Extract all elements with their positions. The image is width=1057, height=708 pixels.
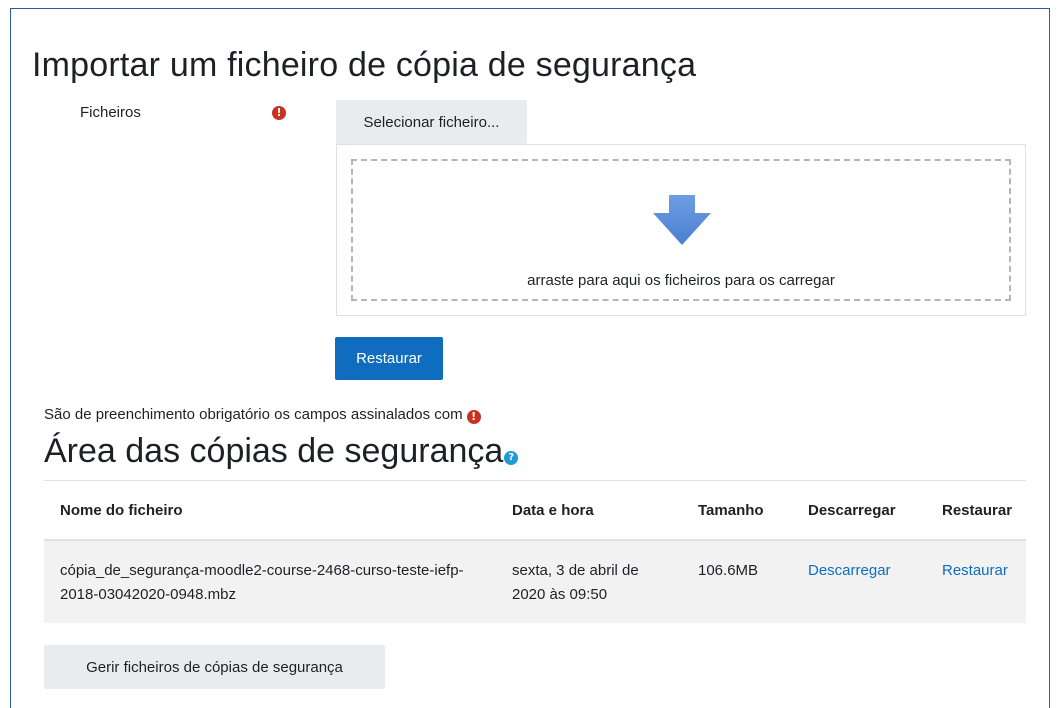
cell-filename: cópia_de_segurança-moodle2-course-2468-c… (44, 540, 496, 623)
cell-restore: Restaurar (926, 540, 1026, 623)
column-header-download: Descarregar (792, 480, 926, 541)
required-icon: ! (466, 410, 481, 424)
download-link[interactable]: Descarregar (808, 562, 891, 579)
backup-files-table: Nome do ficheiro Data e hora Tamanho Des… (44, 480, 1026, 623)
restore-button[interactable]: Restaurar (335, 337, 443, 380)
column-header-restore: Restaurar (926, 480, 1026, 541)
column-header-size: Tamanho (682, 480, 792, 541)
cell-size: 106.6MB (682, 540, 792, 623)
column-header-filename: Nome do ficheiro (44, 480, 496, 541)
required-fields-note: São de preenchimento obrigatório os camp… (44, 406, 481, 424)
import-heading: Importar um ficheiro de cópia de seguran… (32, 46, 697, 84)
arrow-down-icon (653, 195, 711, 245)
manage-backup-files-button[interactable]: Gerir ficheiros de cópias de segurança (44, 645, 385, 689)
cell-download: Descarregar (792, 540, 926, 623)
required-icon: ! (272, 106, 286, 120)
backup-area-heading: Área das cópias de segurança? (44, 432, 519, 471)
table-header-row: Nome do ficheiro Data e hora Tamanho Des… (44, 480, 1026, 541)
required-note-text: São de preenchimento obrigatório os camp… (44, 406, 463, 423)
select-file-button[interactable]: Selecionar ficheiro... (336, 100, 527, 144)
drop-zone-text: arraste para aqui os ficheiros para os c… (527, 272, 835, 289)
column-header-datetime: Data e hora (496, 480, 682, 541)
question-circle-icon[interactable]: ? (504, 451, 519, 465)
drop-zone[interactable]: arraste para aqui os ficheiros para os c… (351, 159, 1011, 301)
files-field-label: Ficheiros (80, 104, 141, 121)
file-manager: arraste para aqui os ficheiros para os c… (336, 144, 1026, 316)
restore-link[interactable]: Restaurar (942, 562, 1008, 579)
backup-area-title: Área das cópias de segurança (44, 432, 504, 470)
table-row: cópia_de_segurança-moodle2-course-2468-c… (44, 540, 1026, 623)
cell-datetime: sexta, 3 de abril de 2020 às 09:50 (496, 540, 682, 623)
